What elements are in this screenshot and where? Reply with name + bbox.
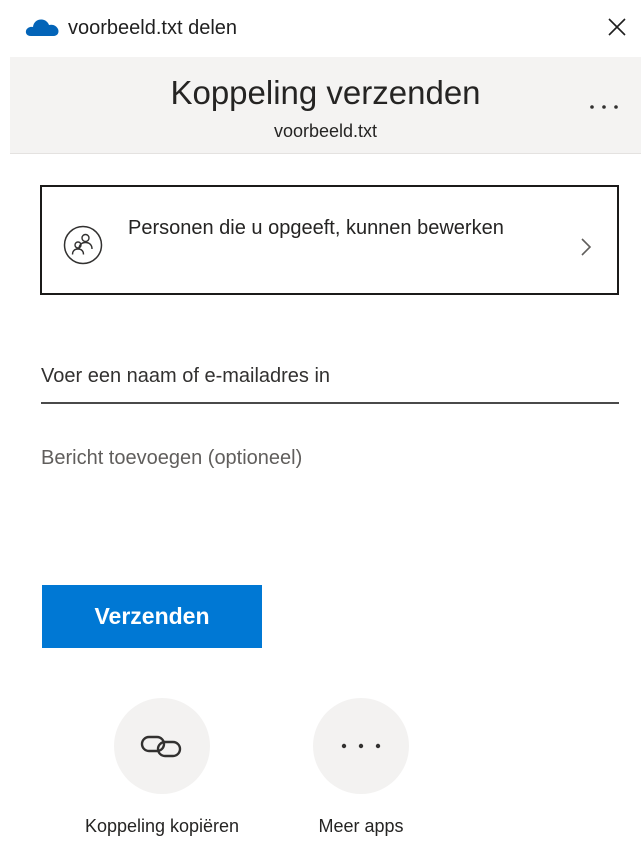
more-options-icon[interactable] (584, 85, 624, 125)
more-apps-label: Meer apps (318, 816, 404, 836)
copy-link-button[interactable]: Koppeling kopiëren (72, 698, 252, 848)
copy-link-label: Koppeling kopiëren (84, 816, 240, 836)
chevron-right-icon (579, 236, 593, 258)
more-apps-icon (341, 743, 381, 749)
onedrive-cloud-icon (25, 15, 61, 37)
message-input[interactable] (41, 440, 619, 530)
people-icon (63, 225, 103, 265)
more-apps-circle (313, 698, 409, 794)
copy-link-circle (114, 698, 210, 794)
window-title: voorbeeld.txt delen (68, 17, 238, 39)
title-bar: voorbeeld.txt delen (0, 0, 641, 56)
link-icon (140, 735, 182, 758)
file-name-subtitle: voorbeeld.txt (273, 121, 378, 141)
link-permissions-label: Personen die u opgeeft, kunnen bewerken (128, 217, 504, 239)
recipient-input[interactable] (41, 352, 619, 404)
dialog-header: Koppeling verzenden voorbeeld.txt (10, 57, 641, 154)
link-permissions-button[interactable]: Personen die u opgeeft, kunnen bewerken (40, 185, 619, 295)
send-button[interactable]: Verzenden (42, 585, 262, 648)
more-apps-button[interactable]: Meer apps (271, 698, 451, 848)
close-icon[interactable] (602, 12, 632, 42)
dialog-title: Koppeling verzenden (170, 74, 481, 111)
